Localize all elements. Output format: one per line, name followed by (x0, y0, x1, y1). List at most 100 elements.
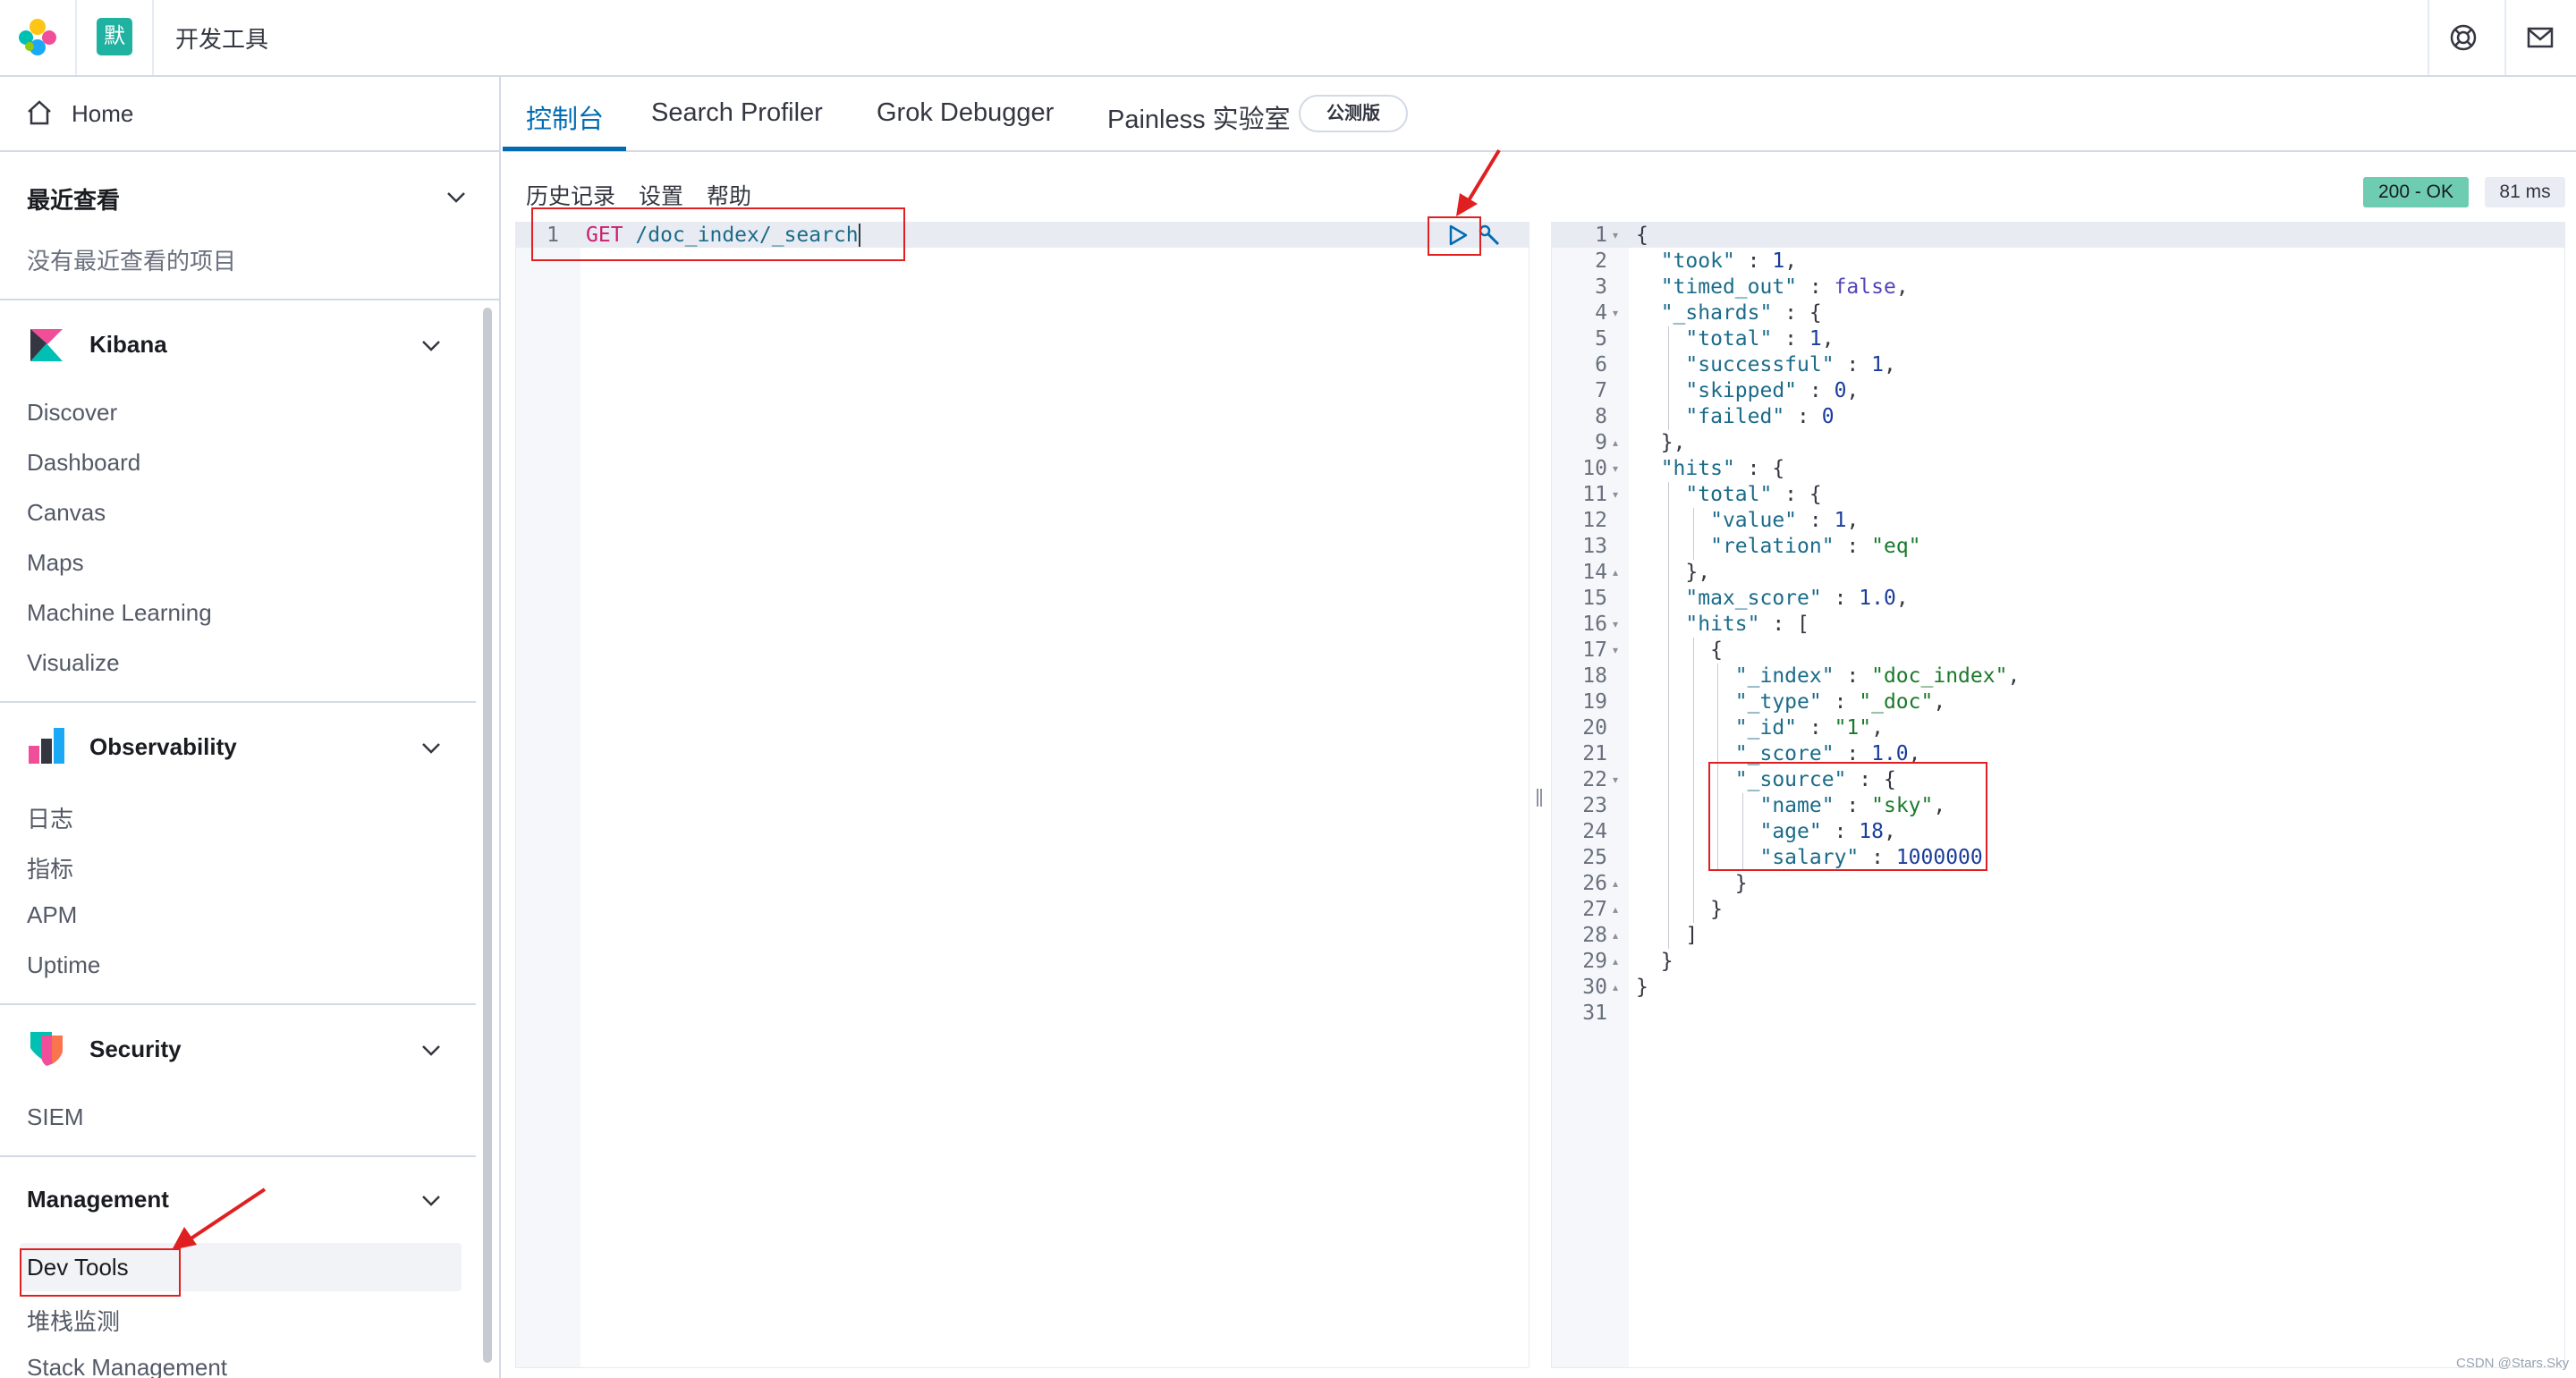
response-line: "_id" : "1", (1734, 716, 1884, 740)
request-editor[interactable]: 1 GET /doc_index/_search (515, 222, 1530, 1368)
chevron-down-icon[interactable] (419, 1188, 444, 1213)
line-number: 31 (1582, 1002, 1607, 1025)
response-line: "total" : { (1685, 483, 1822, 506)
fold-close-icon[interactable]: ▴ (1613, 955, 1618, 968)
fold-open-icon[interactable]: ▾ (1613, 644, 1618, 656)
response-line: } (1710, 898, 1723, 921)
chevron-down-icon[interactable] (419, 333, 444, 358)
tab-grok-debugger[interactable]: Grok Debugger (877, 98, 1054, 128)
fold-open-icon[interactable]: ▾ (1613, 488, 1618, 501)
nav-link-machine-learning[interactable]: Machine Learning (27, 599, 212, 627)
group-title-observability[interactable]: Observability (89, 733, 237, 761)
nav-link-siem[interactable]: SIEM (27, 1103, 84, 1131)
nav-home[interactable]: Home (0, 77, 499, 152)
nav-scrollbar[interactable] (483, 308, 492, 1363)
red-arrow-icon (1456, 148, 1501, 216)
line-number: 18 (1582, 664, 1607, 688)
request-gutter (516, 223, 580, 1367)
space-avatar[interactable]: 默 (97, 18, 132, 55)
line-number: 11 (1582, 483, 1607, 506)
settings-link[interactable]: 设置 (639, 179, 683, 211)
help-icon[interactable] (2447, 21, 2479, 54)
nav-link-discover[interactable]: Discover (27, 399, 117, 427)
nav-link-metrics[interactable]: 指标 (27, 851, 73, 884)
response-line: "successful" : 1, (1685, 353, 1896, 376)
indent-guide (1692, 638, 1694, 923)
group-title-security[interactable]: Security (89, 1036, 182, 1063)
nav-link-dashboard[interactable]: Dashboard (27, 449, 140, 477)
fold-open-icon[interactable]: ▾ (1613, 307, 1618, 319)
nav-link-logs[interactable]: 日志 (27, 801, 73, 834)
response-line: "relation" : "eq" (1710, 535, 1921, 558)
nav-home-label: Home (72, 100, 134, 127)
chevron-down-icon[interactable] (419, 1037, 444, 1062)
nav-link-maps[interactable]: Maps (27, 549, 84, 577)
line-number: 24 (1582, 820, 1607, 843)
nav-divider (0, 1003, 476, 1005)
active-line-highlight (1552, 223, 2564, 248)
response-editor[interactable]: 1 ▾ 2 3 4 ▾ 5 6 7 8 9 ▴ 10 ▾ 11 ▾ 12 13 14 ▴ 15 16 ▾ 17 ▾ 18 19 20 2… (1551, 222, 2565, 1368)
line-number: 19 (1582, 690, 1607, 714)
nav-link-uptime[interactable]: Uptime (27, 951, 100, 979)
line-number: 4 (1595, 301, 1607, 325)
line-number: 22 (1582, 768, 1607, 791)
red-arrow-icon (172, 1188, 267, 1250)
fold-close-icon[interactable]: ▴ (1613, 436, 1618, 449)
fold-open-icon[interactable]: ▾ (1613, 462, 1618, 475)
recent-title[interactable]: 最近查看 (27, 182, 120, 216)
response-line: "timed_out" : false, (1660, 275, 1909, 299)
nav-link-apm[interactable]: APM (27, 901, 77, 929)
response-line: } (1734, 872, 1748, 895)
fold-open-icon[interactable]: ▾ (1613, 774, 1618, 786)
fold-close-icon[interactable]: ▴ (1613, 981, 1618, 993)
line-number: 21 (1582, 742, 1607, 765)
chevron-down-icon[interactable] (419, 735, 444, 760)
response-line: "hits" : [ (1685, 613, 1809, 636)
tab-painless-lab[interactable]: Painless 实验室 (1107, 98, 1291, 136)
response-line: "failed" : 0 (1685, 405, 1835, 428)
line-number: 17 (1582, 638, 1607, 662)
response-line: "max_score" : 1.0, (1685, 587, 1909, 610)
response-line: "_type" : "_doc", (1734, 690, 1946, 714)
response-time-badge: 81 ms (2485, 177, 2565, 207)
fold-close-icon[interactable]: ▴ (1613, 566, 1618, 579)
observability-logo-icon (29, 728, 64, 764)
nav-divider (0, 701, 476, 703)
fold-open-icon[interactable]: ▾ (1613, 229, 1618, 241)
line-number: 3 (1595, 275, 1607, 299)
indent-guide (1667, 482, 1669, 949)
panel-resizer-icon[interactable] (1533, 787, 1546, 808)
tab-search-profiler[interactable]: Search Profiler (651, 98, 823, 128)
indent-guide (1667, 326, 1669, 430)
dev-tools-annotation-box (20, 1248, 181, 1297)
response-line: "hits" : { (1660, 457, 1785, 480)
top-header: 默 开发工具 (0, 0, 2576, 77)
help-link[interactable]: 帮助 (707, 179, 751, 211)
fold-close-icon[interactable]: ▴ (1613, 903, 1618, 916)
fold-close-icon[interactable]: ▴ (1613, 877, 1618, 890)
line-number: 26 (1582, 872, 1607, 895)
nav-link-canvas[interactable]: Canvas (27, 499, 106, 527)
chevron-down-icon[interactable] (444, 184, 469, 209)
nav-link-visualize[interactable]: Visualize (27, 649, 120, 677)
elastic-logo-icon[interactable] (18, 18, 57, 57)
response-line: } (1660, 950, 1674, 973)
tab-console[interactable]: 控制台 (526, 98, 604, 136)
fold-open-icon[interactable]: ▾ (1613, 618, 1618, 630)
fold-close-icon[interactable]: ▴ (1613, 929, 1618, 942)
line-number: 6 (1595, 353, 1607, 376)
nav-link-stack-management[interactable]: Stack Management (27, 1354, 227, 1378)
history-link[interactable]: 历史记录 (526, 179, 615, 211)
response-line: "_shards" : { (1660, 301, 1822, 325)
response-line: }, (1660, 431, 1686, 454)
home-icon (28, 100, 51, 125)
dev-tools-tabs: 控制台 Search Profiler Grok Debugger Painle… (503, 77, 2576, 152)
group-title-kibana[interactable]: Kibana (89, 331, 167, 359)
header-separator (2428, 0, 2429, 75)
group-title-management[interactable]: Management (27, 1186, 169, 1213)
line-number: 29 (1582, 950, 1607, 973)
mail-icon[interactable] (2524, 21, 2556, 54)
line-number: 9 (1595, 431, 1607, 454)
line-number: 30 (1582, 976, 1607, 999)
nav-link-stack-monitoring[interactable]: 堆栈监测 (27, 1304, 120, 1337)
